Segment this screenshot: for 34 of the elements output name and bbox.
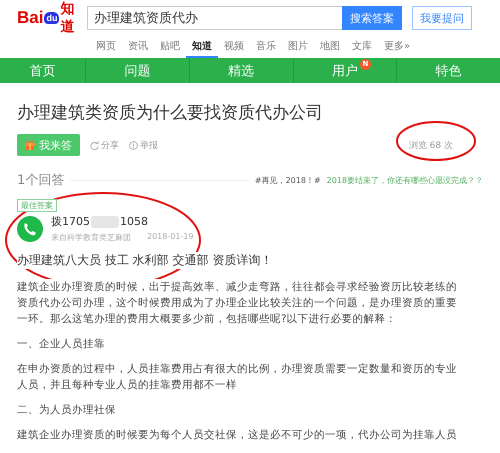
- ask-button[interactable]: 我要提问: [412, 6, 472, 30]
- nav-tab[interactable]: 贴吧: [154, 36, 186, 58]
- answer-count: 1个回答: [17, 172, 64, 189]
- user-name[interactable]: 拨1705: [51, 214, 90, 229]
- question-title: 办理建筑类资质为什么要找资质代办公司: [16, 102, 324, 125]
- nav-tab[interactable]: 网页: [90, 36, 122, 58]
- share-link[interactable]: 分享: [90, 138, 119, 152]
- menu-item[interactable]: 精选: [228, 62, 254, 80]
- site-logo[interactable]: Bai du 知道: [17, 0, 81, 36]
- nav-tab[interactable]: 更多»: [378, 36, 416, 58]
- nav-tab[interactable]: 资讯: [122, 36, 154, 58]
- topic-link[interactable]: 2018要结束了，你还有哪些心愿没完成？？: [326, 174, 483, 186]
- topic-tag[interactable]: #再见，2018！#: [254, 174, 321, 186]
- refresh-icon: [90, 140, 99, 150]
- best-answer-tag: 最佳答案: [17, 199, 57, 212]
- nav-tab[interactable]: 文库: [346, 36, 378, 58]
- menu-item[interactable]: 问题: [124, 62, 150, 80]
- answer-date: 2018-01-19: [147, 232, 194, 243]
- gift-icon: [25, 140, 35, 150]
- menu-item[interactable]: 特色: [436, 62, 462, 80]
- user-name-suffix[interactable]: 1058: [120, 215, 148, 228]
- nav-tab[interactable]: 地图: [314, 36, 346, 58]
- nav-tab[interactable]: 视频: [218, 36, 250, 58]
- report-link[interactable]: 举报: [129, 138, 158, 152]
- menu-item[interactable]: 首页: [30, 62, 56, 80]
- blurred-text: [91, 216, 119, 228]
- search-field[interactable]: 办理建筑资质代办: [87, 6, 342, 30]
- answer-source: 来自科学教育类芝麻团: [51, 232, 131, 243]
- view-count: 浏览 68 次: [408, 140, 453, 152]
- phone-avatar-icon: [17, 216, 43, 242]
- nav-tab[interactable]: 图片: [282, 36, 314, 58]
- alert-icon: [129, 140, 138, 150]
- nav-tab[interactable]: 音乐: [250, 36, 282, 58]
- search-button[interactable]: 搜索答案: [342, 6, 402, 30]
